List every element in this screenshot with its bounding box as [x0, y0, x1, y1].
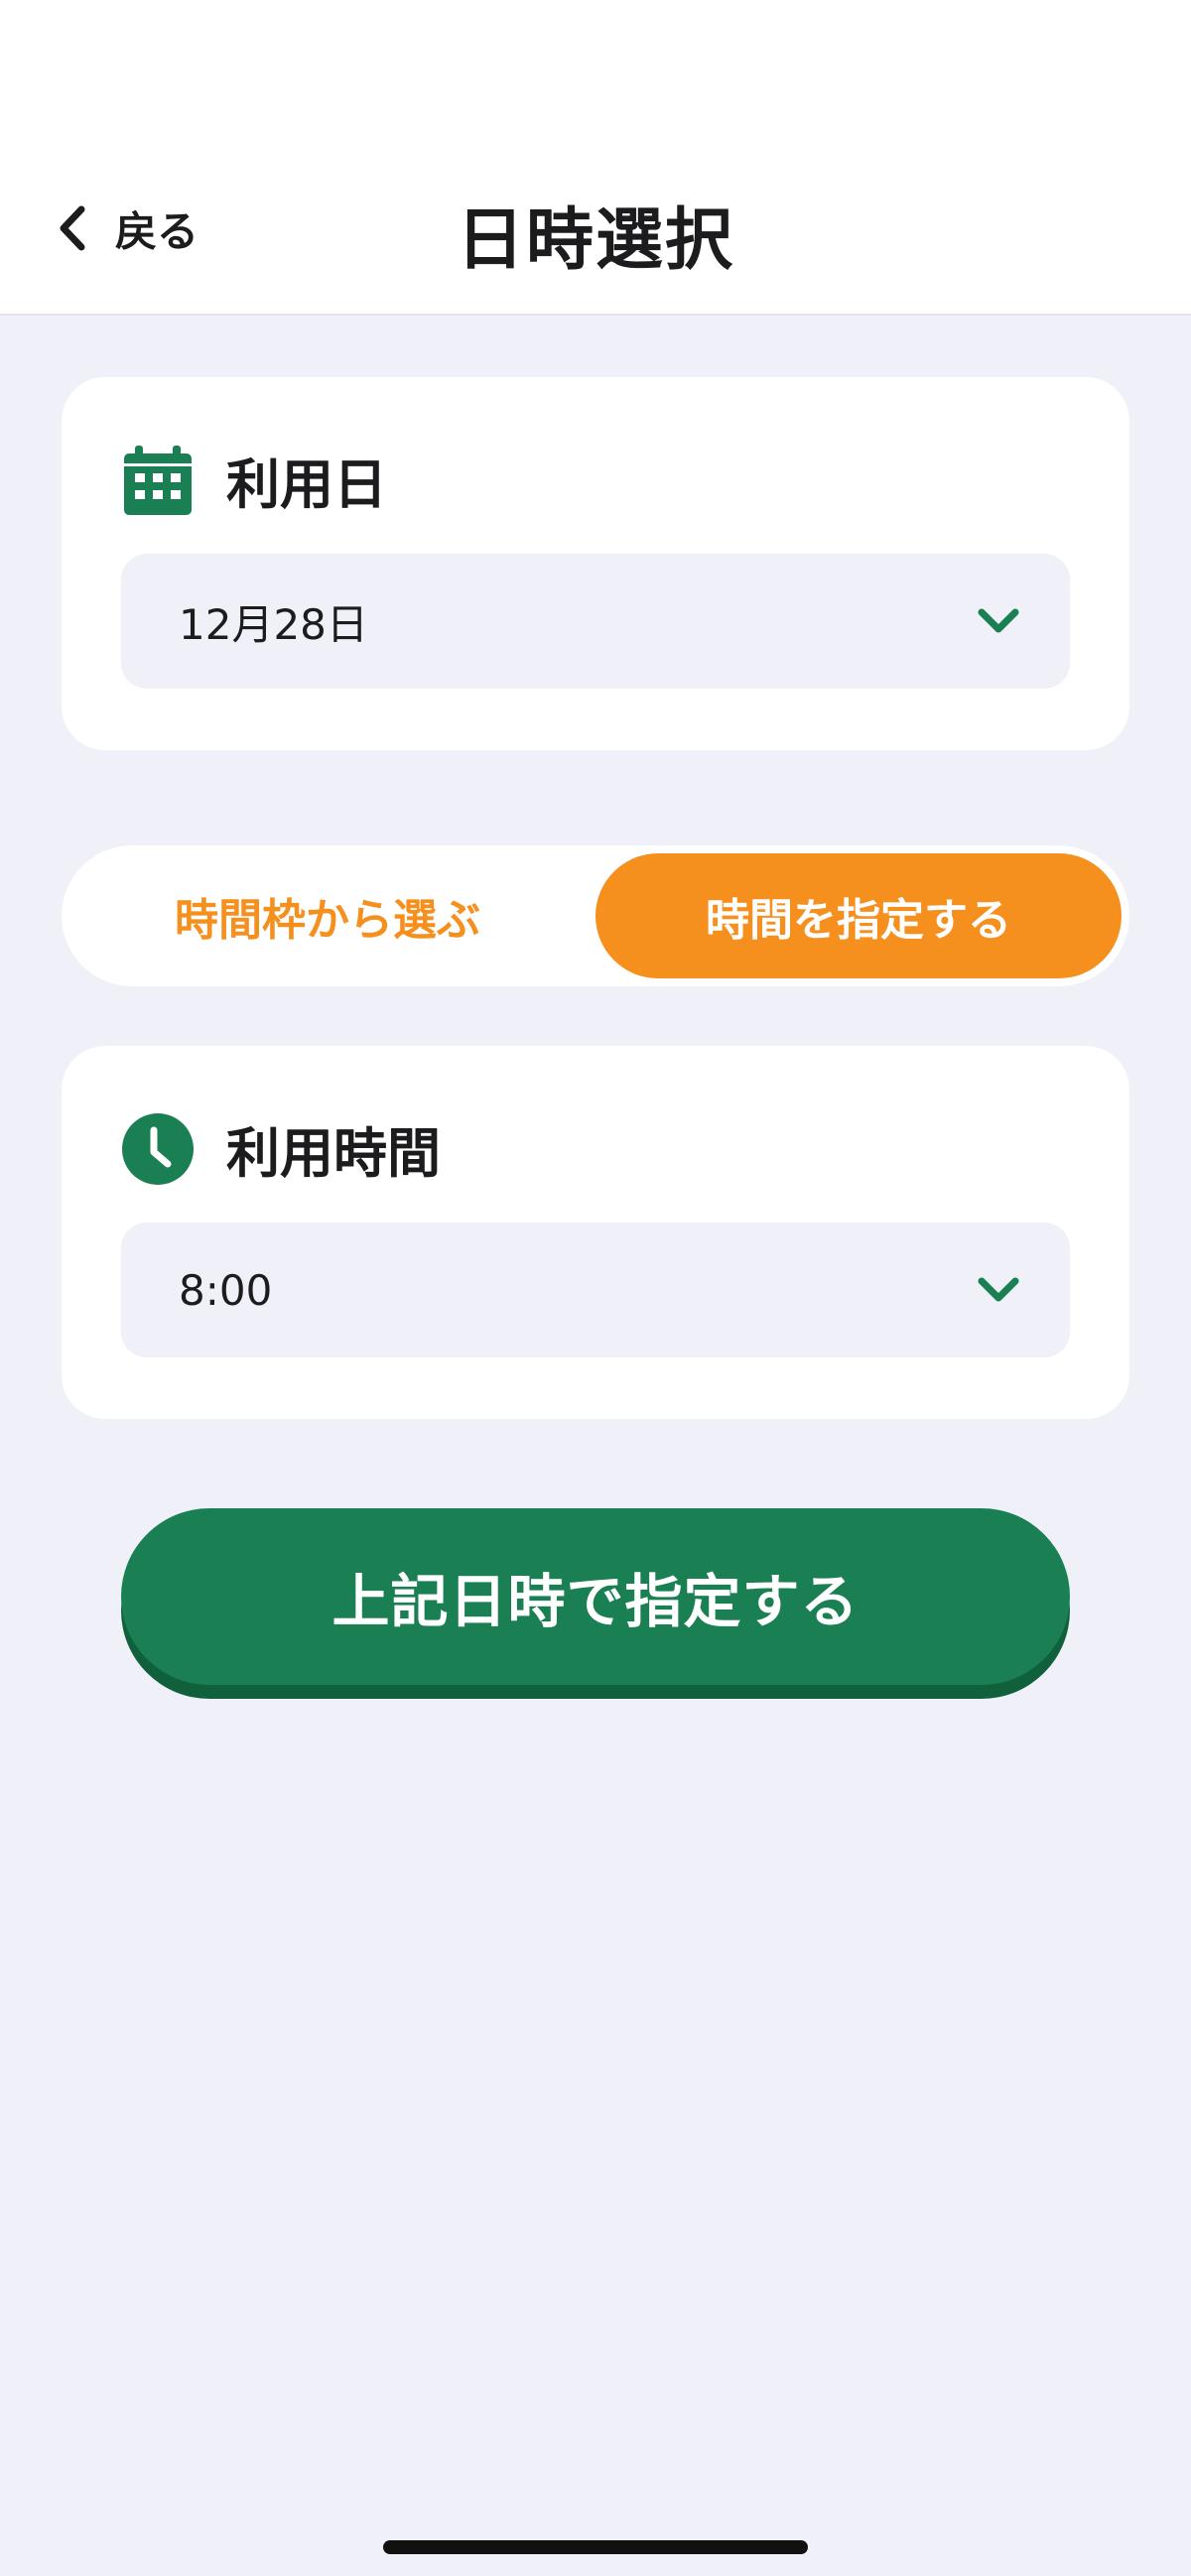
calendar-icon — [121, 444, 195, 517]
time-card-header: 利用時間 — [121, 1109, 441, 1188]
date-select[interactable]: 12月28日 — [121, 554, 1070, 689]
chevron-down-icon — [978, 1277, 1019, 1302]
time-card-title: 利用時間 — [226, 1122, 441, 1185]
home-indicator — [383, 2540, 808, 2554]
tab-specify-time[interactable]: 時間を指定する — [596, 853, 1122, 978]
time-card: 利用時間 8:00 — [62, 1046, 1129, 1419]
date-select-value: 12月28日 — [179, 599, 368, 649]
date-card: 利用日 12月28日 — [62, 377, 1129, 750]
date-card-title: 利用日 — [226, 453, 387, 516]
page-title: 日時選択 — [456, 201, 734, 280]
chevron-down-icon — [978, 608, 1019, 633]
submit-label: 上記日時で指定する — [331, 1568, 860, 1635]
mode-toggle: 時間枠から選ぶ 時間を指定する — [62, 845, 1129, 986]
time-select-value: 8:00 — [179, 1265, 273, 1315]
time-select[interactable]: 8:00 — [121, 1223, 1070, 1357]
clock-icon — [121, 1112, 195, 1186]
header-bar: 戻る 日時選択 — [0, 0, 1191, 316]
date-card-header: 利用日 — [121, 441, 387, 519]
tab-time-slot[interactable]: 時間枠から選ぶ — [69, 853, 586, 978]
submit-button[interactable]: 上記日時で指定する — [121, 1508, 1070, 1685]
